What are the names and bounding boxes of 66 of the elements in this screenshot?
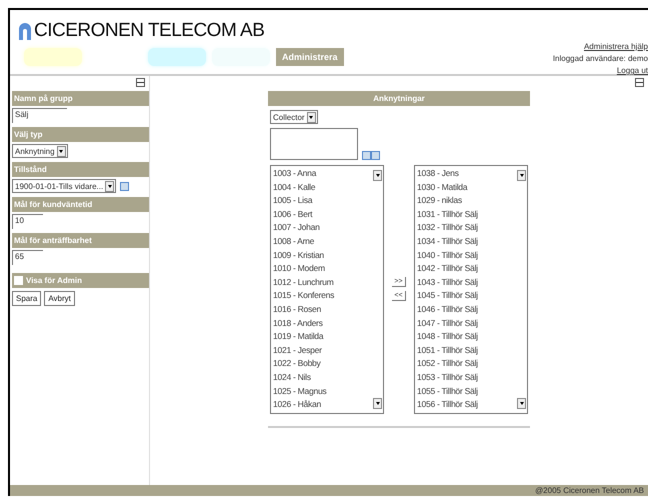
list-item[interactable]: 1007 - Johan bbox=[273, 221, 334, 235]
list-item[interactable]: 1019 - Matilda bbox=[273, 330, 334, 344]
list-item[interactable]: 1034 - Tillhör Sälj bbox=[417, 234, 478, 249]
list-item[interactable]: 1055 - Tillhör Sälj bbox=[417, 384, 478, 398]
form-button[interactable]: Avbryt bbox=[44, 291, 75, 306]
minimize-button[interactable] bbox=[635, 78, 644, 87]
form-button[interactable]: Spara bbox=[12, 291, 42, 306]
list-item[interactable]: 1043 - Tillhör Sälj bbox=[417, 276, 478, 290]
list-item[interactable]: 1010 - Modem bbox=[273, 262, 334, 276]
list-item[interactable]: 1004 - Kalle bbox=[273, 180, 334, 194]
logo-icon bbox=[18, 22, 32, 40]
list-item[interactable]: 1008 - Arne bbox=[273, 234, 334, 249]
minimize-button[interactable] bbox=[136, 78, 145, 87]
list-item[interactable]: 1038 - Jens bbox=[417, 167, 478, 181]
list-item[interactable]: 1048 - Tillhör Sälj bbox=[417, 330, 478, 344]
list-item[interactable]: 1029 - niklas bbox=[417, 194, 478, 208]
list-item[interactable]: 1046 - Tillhör Sälj bbox=[417, 302, 478, 317]
list-item[interactable]: 1012 - Lunchrum bbox=[273, 276, 334, 290]
list-item[interactable]: 1024 - Nils bbox=[273, 370, 334, 384]
dropdown[interactable]: Anknytning bbox=[12, 144, 68, 158]
list-item[interactable]: 1042 - Tillhör Sälj bbox=[417, 262, 478, 276]
list-item[interactable]: 1003 - Anna bbox=[273, 167, 334, 181]
field-label: Mål för kundväntetid bbox=[12, 197, 149, 212]
member-list[interactable] bbox=[414, 165, 528, 414]
list-item[interactable]: 1021 - Jesper bbox=[273, 344, 334, 358]
field-label: Mål för anträffbarhet bbox=[12, 233, 149, 248]
list-item[interactable]: 1018 - Anders bbox=[273, 316, 334, 330]
dropdown[interactable]: 1900-01-01-Tills vidare... bbox=[12, 179, 116, 193]
checkbox[interactable] bbox=[14, 276, 23, 285]
list-item[interactable]: 1006 - Bert bbox=[273, 208, 334, 222]
list-item[interactable]: 1022 - Bobby bbox=[273, 357, 334, 371]
checkbox-label: Visa för Admin bbox=[26, 276, 82, 285]
logged-in-user: Inloggad användare: demo bbox=[552, 54, 648, 63]
input-field[interactable]: Sälj bbox=[12, 108, 67, 123]
list-item[interactable]: 1040 - Tillhör Sälj bbox=[417, 248, 478, 262]
copyright: @2005 Ciceronen Telecom AB bbox=[535, 486, 644, 495]
list-item[interactable]: 1056 - Tillhör Sälj bbox=[417, 398, 478, 412]
list-item[interactable]: 1053 - Tillhör Sälj bbox=[417, 370, 478, 384]
field-label: Namn på grupp bbox=[12, 91, 149, 106]
list-item[interactable]: 1026 - Håkan bbox=[273, 398, 334, 412]
list-item[interactable]: 1031 - Tillhör Sälj bbox=[417, 208, 478, 222]
company-name: CICERONEN TELECOM AB bbox=[34, 20, 264, 42]
input-field[interactable]: 10 bbox=[12, 214, 43, 229]
list-item[interactable]: 1005 - Lisa bbox=[273, 194, 334, 208]
list-item[interactable]: 1045 - Tillhör Sälj bbox=[417, 289, 478, 303]
list-item[interactable]: 1032 - Tillhör Sälj bbox=[417, 221, 478, 235]
list-item[interactable]: 1025 - Magnus bbox=[273, 384, 334, 398]
list-item[interactable]: 1009 - Kristian bbox=[273, 248, 334, 262]
input-field[interactable]: 65 bbox=[12, 250, 43, 265]
list-item[interactable]: 1015 - Konferens bbox=[273, 289, 334, 303]
available-list[interactable] bbox=[270, 165, 384, 414]
panel-title: Anknytningar bbox=[268, 91, 530, 106]
list-item[interactable]: 1047 - Tillhör Sälj bbox=[417, 316, 478, 330]
help-link[interactable]: Administrera hjälp bbox=[584, 42, 648, 51]
add-button[interactable] bbox=[371, 151, 380, 160]
remove-button[interactable] bbox=[362, 151, 371, 160]
list-item[interactable]: 1016 - Rosen bbox=[273, 302, 334, 317]
dropdown[interactable]: Collector bbox=[270, 110, 318, 124]
list-item[interactable]: 1030 - Matilda bbox=[417, 180, 478, 194]
text-area[interactable] bbox=[270, 128, 358, 160]
add-button[interactable] bbox=[120, 182, 130, 190]
field-label: Välj typ bbox=[12, 127, 149, 142]
field-label: Tillstånd bbox=[12, 162, 149, 177]
list-item[interactable]: 1051 - Tillhör Sälj bbox=[417, 344, 478, 358]
list-item[interactable]: 1052 - Tillhör Sälj bbox=[417, 357, 478, 371]
logout-link[interactable]: Logga ut bbox=[616, 66, 648, 75]
